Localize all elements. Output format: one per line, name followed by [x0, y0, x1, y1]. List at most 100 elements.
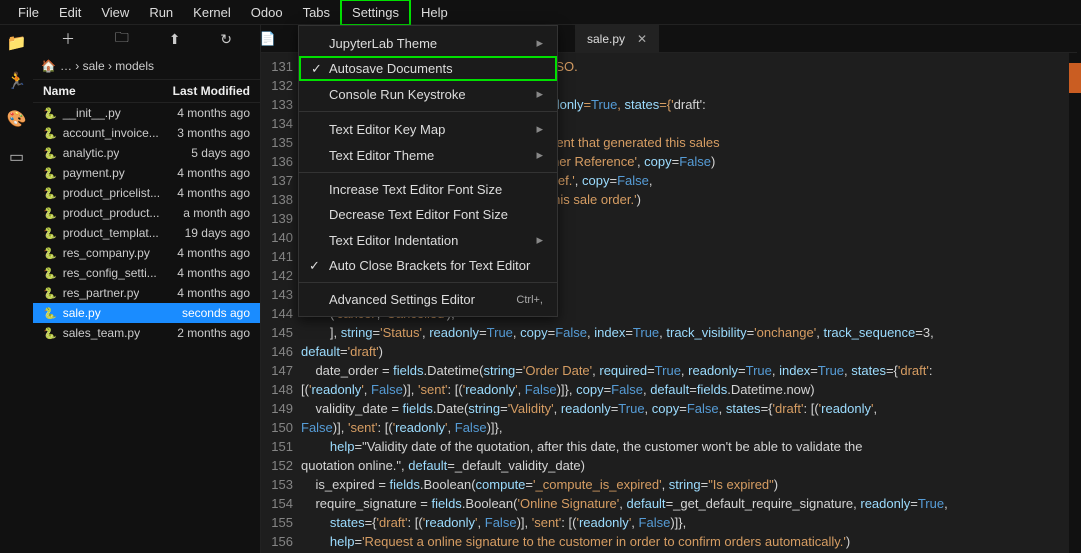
menu-accel: Ctrl+,: [516, 294, 543, 306]
col-modified[interactable]: Last Modified: [173, 84, 250, 98]
settings-menu: JupyterLab Theme ▸ ✓ Autosave Documents Cons…: [298, 25, 558, 317]
menu-item-label: Advanced Settings Editor: [329, 292, 475, 307]
file-row[interactable]: 🐍payment.py4 months ago: [33, 163, 260, 183]
file-modified: 4 months ago: [177, 106, 250, 120]
new-launcher-icon[interactable]: ＋: [61, 29, 75, 49]
file-browser-toolbar: ＋ 🗀 ⬆ ↻: [33, 25, 260, 53]
file-row[interactable]: 🐍 product_product... a month ago: [33, 203, 260, 223]
python-icon: 🐍: [43, 147, 57, 160]
file-list-header: Name Last Modified: [33, 79, 260, 103]
file-modified: a month ago: [183, 206, 250, 220]
menu-edit[interactable]: Edit: [49, 1, 91, 24]
file-name: payment.py: [63, 166, 125, 180]
file-row[interactable]: 🐍 sale.py seconds ago: [33, 303, 260, 323]
file-modified: 4 months ago: [177, 286, 250, 300]
menu-item-label: Autosave Documents: [329, 61, 453, 76]
check-icon: ✓: [311, 61, 322, 77]
file-row[interactable]: 🐍 res_partner.py 4 months ago: [33, 283, 260, 303]
chevron-right-icon: ▸: [536, 35, 543, 51]
file-modified: 3 months ago: [177, 126, 250, 140]
tab-sale-py[interactable]: sale.py ✕: [575, 25, 659, 52]
breadcrumb[interactable]: 🏠 … › sale › models: [33, 53, 260, 79]
menu-odoo[interactable]: Odoo: [241, 1, 293, 24]
tabs-icon[interactable]: ▭: [9, 147, 24, 167]
menu-view[interactable]: View: [91, 1, 139, 24]
palette-icon[interactable]: 🎨: [7, 109, 27, 129]
home-icon[interactable]: 🏠: [41, 59, 56, 73]
python-icon: 🐍: [43, 287, 57, 300]
menu-item-autosave-documents[interactable]: ✓ Autosave Documents: [299, 56, 557, 81]
menu-item-text-editor-indentation[interactable]: Text Editor Indentation ▸: [299, 227, 557, 253]
menu-item-increase-text-editor-font-size[interactable]: Increase Text Editor Font Size: [299, 177, 557, 202]
new-folder-icon[interactable]: 🗀: [115, 27, 129, 51]
activity-bar: 📁 🏃 🎨 ▭: [0, 25, 33, 553]
menu-run[interactable]: Run: [139, 1, 183, 24]
file-browser: ＋ 🗀 ⬆ ↻ 🏠 … › sale › models Name Last Mo…: [33, 25, 261, 553]
menu-help[interactable]: Help: [411, 1, 458, 24]
menu-item-advanced-settings-editor[interactable]: Advanced Settings Editor Ctrl+,: [299, 287, 557, 312]
scrollbar-track[interactable]: [1069, 53, 1081, 553]
line-gutter: 1311321331341351361371381391401411421431…: [261, 53, 301, 553]
menu-file[interactable]: File: [8, 1, 49, 24]
file-modified: 5 days ago: [191, 146, 250, 160]
file-modified: 4 months ago: [177, 186, 250, 200]
file-name: res_config_setti...: [63, 266, 157, 280]
menu-item-jupyterlab-theme[interactable]: JupyterLab Theme ▸: [299, 30, 557, 56]
file-row[interactable]: 🐍 account_invoice... 3 months ago: [33, 123, 260, 143]
menu-tabs[interactable]: Tabs: [293, 1, 340, 24]
menu-item-text-editor-theme[interactable]: Text Editor Theme ▸: [299, 142, 557, 168]
file-modified: 19 days ago: [185, 226, 250, 240]
menu-item-label: Increase Text Editor Font Size: [329, 182, 502, 197]
menu-item-label: Text Editor Key Map: [329, 122, 445, 137]
file-name: product_pricelist...: [63, 186, 160, 200]
file-name: account_invoice...: [63, 126, 159, 140]
menu-item-label: Console Run Keystroke: [329, 87, 466, 102]
menu-item-label: Text Editor Indentation: [329, 233, 458, 248]
menu-item-decrease-text-editor-font-size[interactable]: Decrease Text Editor Font Size: [299, 202, 557, 227]
python-icon: 🐍: [43, 307, 57, 320]
tab-prefix-icon: 📄: [261, 31, 275, 47]
python-icon: 🐍: [43, 187, 57, 200]
file-name: sales_team.py: [63, 326, 140, 340]
file-row[interactable]: 🐍res_company.py4 months ago: [33, 243, 260, 263]
file-row[interactable]: 🐍__init__.py4 months ago: [33, 103, 260, 123]
running-icon[interactable]: 🏃: [7, 71, 27, 91]
file-name: analytic.py: [63, 146, 120, 160]
file-modified: 4 months ago: [177, 166, 250, 180]
refresh-icon[interactable]: ↻: [220, 31, 232, 48]
menu-item-text-editor-key-map[interactable]: Text Editor Key Map▸: [299, 116, 557, 142]
folder-icon[interactable]: 📁: [7, 33, 27, 53]
python-icon: 🐍: [43, 267, 57, 280]
menu-settings[interactable]: Settings: [340, 0, 411, 26]
python-icon: 🐍: [43, 127, 57, 140]
menu-item-auto-close-brackets-for-text-editor[interactable]: ✓Auto Close Brackets for Text Editor: [299, 253, 557, 278]
file-row[interactable]: 🐍res_config_setti...4 months ago: [33, 263, 260, 283]
file-name: sale.py: [63, 306, 101, 320]
file-row[interactable]: 🐍 analytic.py 5 days ago: [33, 143, 260, 163]
upload-icon[interactable]: ⬆: [169, 31, 181, 48]
check-icon: ✓: [309, 258, 320, 274]
file-name: res_partner.py: [63, 286, 140, 300]
menu-item-label: JupyterLab Theme: [329, 36, 437, 51]
file-row[interactable]: 🐍 sales_team.py 2 months ago: [33, 323, 260, 343]
file-modified: 2 months ago: [177, 326, 250, 340]
file-row[interactable]: 🐍product_templat...19 days ago: [33, 223, 260, 243]
close-icon[interactable]: ✕: [637, 32, 647, 46]
file-name: product_product...: [63, 206, 160, 220]
chevron-right-icon: ▸: [536, 147, 543, 163]
file-list: 🐍__init__.py4 months ago 🐍 account_invoice…: [33, 103, 260, 343]
menu-item-label: Decrease Text Editor Font Size: [329, 207, 508, 222]
python-icon: 🐍: [43, 327, 57, 340]
menu-item-console-run-keystroke[interactable]: Console Run Keystroke ▸: [299, 81, 557, 107]
file-row[interactable]: 🐍 product_pricelist... 4 months ago: [33, 183, 260, 203]
scrollbar-thumb[interactable]: [1069, 63, 1081, 93]
menu-kernel[interactable]: Kernel: [183, 1, 241, 24]
file-modified: 4 months ago: [177, 246, 250, 260]
menu-item-label: Text Editor Theme: [329, 148, 434, 163]
chevron-right-icon: ▸: [536, 86, 543, 102]
chevron-right-icon: ▸: [536, 232, 543, 248]
python-icon: 🐍: [43, 207, 57, 220]
col-name[interactable]: Name: [43, 84, 76, 98]
file-name: product_templat...: [63, 226, 159, 240]
file-modified: seconds ago: [182, 306, 250, 320]
